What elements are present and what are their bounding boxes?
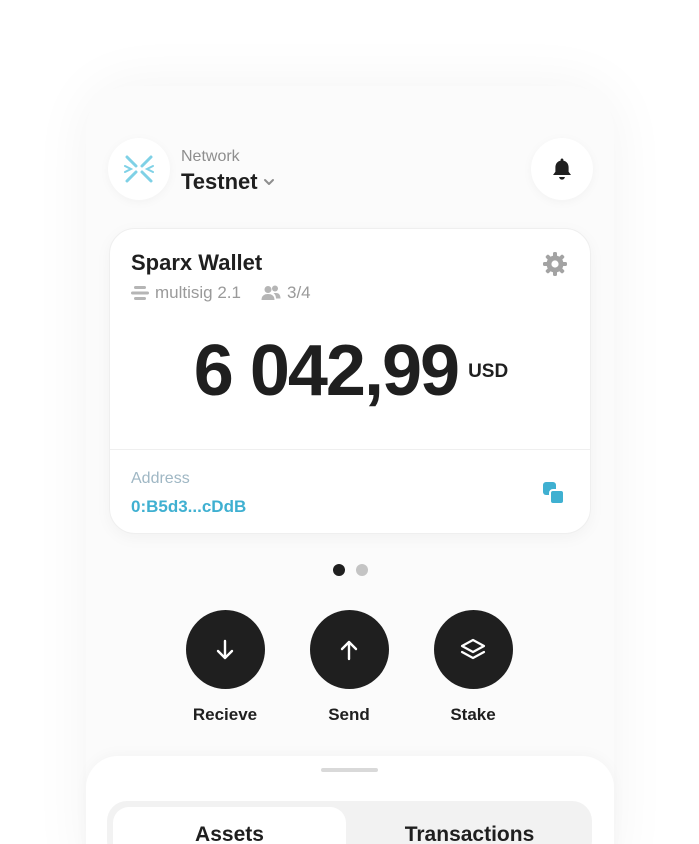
wallet-settings-button[interactable] [542, 251, 568, 282]
wallet-meta: multisig 2.1 3/4 [131, 283, 331, 303]
send-label: Send [328, 705, 370, 724]
copy-icon [543, 482, 565, 505]
gear-icon [543, 252, 567, 276]
balance-value: 6 042,99 [193, 331, 460, 411]
card-pagination [333, 564, 368, 576]
network-caption: Network [181, 148, 240, 165]
receive-button[interactable] [185, 610, 265, 689]
chevron-down-icon [263, 179, 274, 185]
wallet-signers: 3/4 [261, 283, 311, 303]
users-icon [261, 285, 281, 300]
wallet-type-label: multisig 2.1 [155, 283, 241, 302]
multisig-icon [131, 286, 149, 300]
sheet-grabber[interactable] [321, 768, 378, 772]
tab-assets[interactable]: Assets [113, 807, 346, 844]
pagination-dot-active[interactable] [333, 564, 345, 576]
tab-transactions[interactable]: Transactions [353, 807, 586, 844]
address-value[interactable]: 0:B5d3...cDdB [131, 497, 246, 517]
balance: 6 042,99 USD [110, 329, 592, 413]
card-divider [110, 449, 590, 450]
send-button[interactable] [309, 610, 389, 689]
bottom-sheet: Assets Transactions [86, 756, 614, 844]
arrow-down-icon [216, 639, 234, 659]
arrow-up-icon [340, 640, 358, 660]
wallet-card[interactable]: Sparx Wallet multisig 2.1 3/4 6 042,99 U… [109, 228, 591, 534]
tab-switcher: Assets Transactions [107, 801, 592, 844]
bell-icon [553, 158, 571, 180]
stake-label: Stake [450, 705, 496, 724]
receive-label: Recieve [192, 705, 258, 724]
pagination-dot[interactable] [356, 564, 368, 576]
receive-action: Recieve [185, 610, 265, 725]
balance-currency: USD [468, 361, 509, 382]
address-label: Address [131, 470, 190, 487]
wallet-name: Sparx Wallet [131, 250, 263, 275]
sparx-logo-icon [124, 155, 154, 183]
layers-icon [460, 638, 486, 659]
send-action: Send [309, 610, 389, 725]
notifications-button[interactable] [531, 138, 593, 200]
wallet-signers-label: 3/4 [286, 283, 311, 302]
network-selector[interactable]: Testnet [181, 169, 276, 195]
stake-action: Stake [433, 610, 513, 725]
wallet-type: multisig 2.1 [131, 283, 241, 303]
copy-address-button[interactable] [542, 481, 566, 512]
network-name: Testnet [181, 169, 258, 194]
app-logo [108, 138, 170, 200]
stake-button[interactable] [433, 610, 513, 689]
